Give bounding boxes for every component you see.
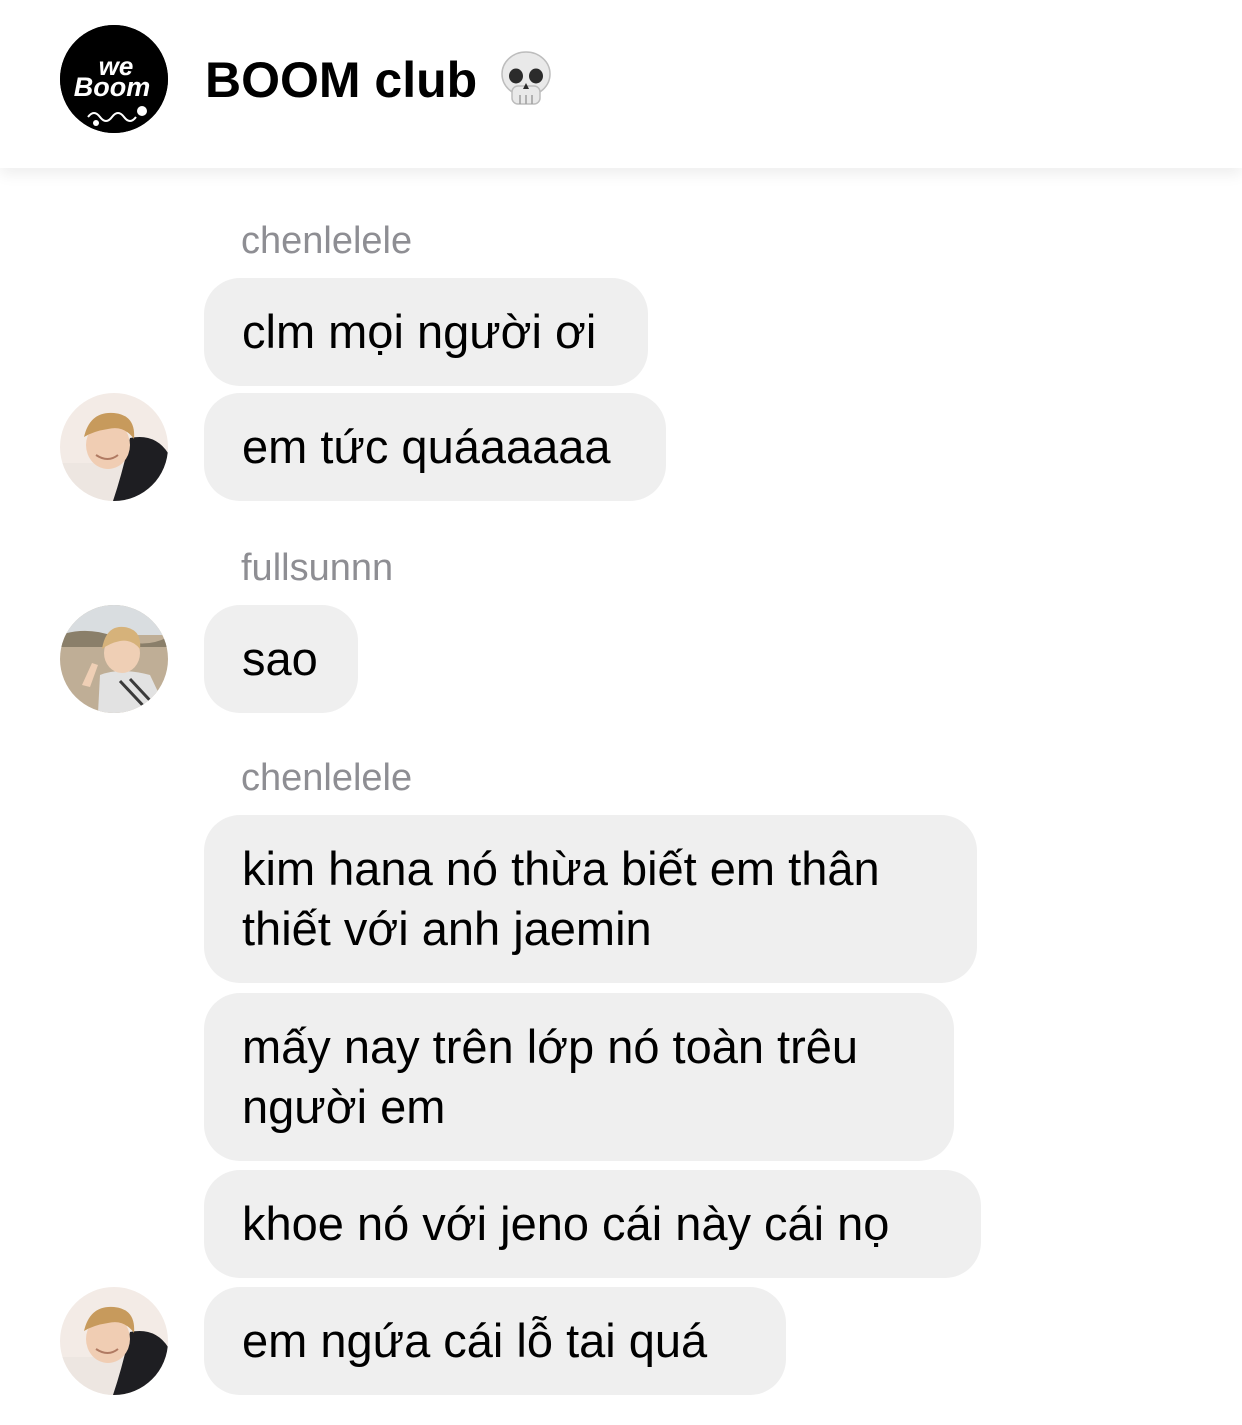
message-text: khoe nó với jeno cái này cái nọ xyxy=(242,1197,890,1250)
message-text: clm mọi người ơi xyxy=(242,305,597,358)
chat-header: we Boom BOOM club xyxy=(0,0,1242,168)
message-bubble[interactable]: sao xyxy=(204,605,358,713)
message-text: sao xyxy=(242,632,318,685)
group-avatar[interactable]: we Boom xyxy=(60,25,168,133)
weboom-logo-icon: we Boom xyxy=(60,25,168,133)
message-bubble[interactable]: clm mọi người ơi xyxy=(204,278,648,386)
logo-text-bottom: Boom xyxy=(74,72,151,102)
skull-icon xyxy=(501,51,551,105)
message-bubble[interactable]: em ngứa cái lỗ tai quá xyxy=(204,1287,786,1395)
message-text: kim hana nó thừa biết em thân thiết với … xyxy=(242,842,880,955)
sender-name: fullsunnn xyxy=(241,547,394,589)
user-photo-icon xyxy=(60,605,168,713)
message-bubble[interactable]: kim hana nó thừa biết em thân thiết với … xyxy=(204,815,977,983)
group-title[interactable]: BOOM club xyxy=(205,50,553,110)
message-text: em tức quáaaaaa xyxy=(242,420,611,473)
avatar-fullsunnn[interactable] xyxy=(60,605,168,713)
avatar-chenlelele[interactable] xyxy=(60,1287,168,1395)
message-bubble[interactable]: khoe nó với jeno cái này cái nọ xyxy=(204,1170,981,1278)
sender-name: chenlelele xyxy=(241,757,413,799)
sender-name: chenlelele xyxy=(241,220,413,262)
user-photo-icon xyxy=(60,393,168,501)
group-title-text: BOOM club xyxy=(205,52,478,108)
message-text: mấy nay trên lớp nó toàn trêu người em xyxy=(242,1020,859,1133)
message-text: em ngứa cái lỗ tai quá xyxy=(242,1314,708,1367)
message-bubble[interactable]: mấy nay trên lớp nó toàn trêu người em xyxy=(204,993,954,1161)
user-photo-icon xyxy=(60,1287,168,1395)
message-bubble[interactable]: em tức quáaaaaa xyxy=(204,393,666,501)
avatar-chenlelele[interactable] xyxy=(60,393,168,501)
